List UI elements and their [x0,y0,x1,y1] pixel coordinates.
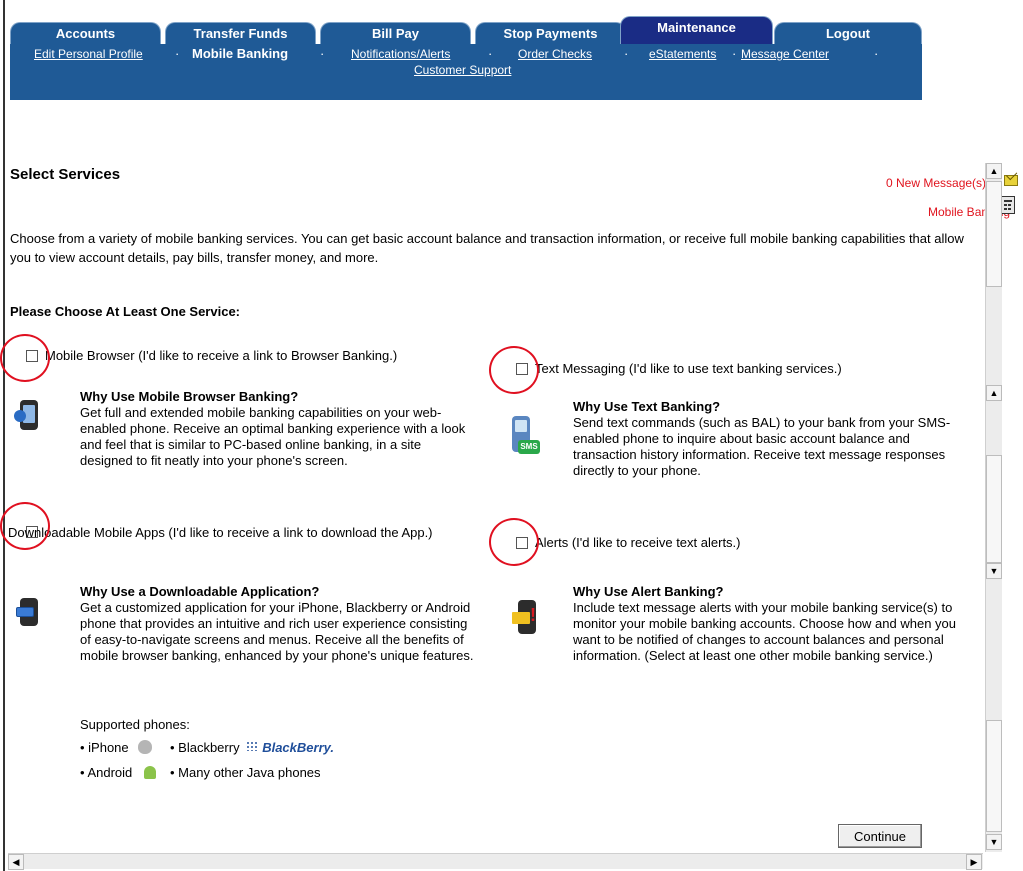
alerts-why-title: Why Use Alert Banking? [573,584,724,599]
annotation-circle [489,346,539,394]
alert-phone-icon: ! [512,600,538,636]
tab-transfer-funds[interactable]: Transfer Funds [165,22,316,44]
blackberry-logo: BlackBerry. [262,740,334,755]
subnav-separator: · [874,46,879,61]
main-tabs: Accounts Transfer Funds Bill Pay Stop Pa… [10,16,922,44]
tab-logout[interactable]: Logout [774,22,922,44]
phone-blackberry-label: • Blackberry [170,740,240,755]
tab-bill-pay[interactable]: Bill Pay [320,22,471,44]
subnav-separator: · [175,46,180,61]
scroll-down-arrow-icon[interactable]: ▼ [986,834,1002,850]
android-icon [143,766,156,779]
text-messaging-label[interactable]: Text Messaging (I'd like to use text ban… [535,361,842,376]
blackberry-logo-icon [246,741,260,751]
subnav-mobile-banking[interactable]: Mobile Banking [192,46,288,61]
subnav-customer-support[interactable]: Customer Support [414,63,511,77]
choose-prompt: Please Choose At Least One Service: [10,304,241,319]
mobile-browser-label[interactable]: Mobile Browser (I'd like to receive a li… [45,348,397,363]
subnav-separator: · [732,46,737,61]
browser-why-body: Get full and extended mobile banking cap… [80,405,466,468]
annotation-circle [489,518,539,566]
apps-why-title: Why Use a Downloadable Application? [80,584,320,599]
tab-stop-payments[interactable]: Stop Payments [475,22,626,44]
left-border [3,0,5,871]
annotation-circle [0,334,50,382]
phone-iphone: • iPhone [80,740,153,755]
scrollbar-middle[interactable]: ▲ ▼ [985,385,1002,580]
calculator-icon[interactable] [1001,196,1015,214]
scroll-down-arrow-icon[interactable]: ▼ [986,563,1002,579]
subnav-order-checks[interactable]: Order Checks [518,47,592,61]
sms-phone-icon: SMS [510,416,540,456]
phone-android-label: • Android [80,765,133,780]
alerts-why-body: Include text message alerts with your mo… [573,600,957,663]
intro-text: Choose from a variety of mobile banking … [10,231,964,265]
text-why-title: Why Use Text Banking? [573,399,721,414]
text-messaging-checkbox[interactable] [516,363,528,375]
apps-why-body: Get a customized application for your iP… [80,600,474,663]
text-why-body: Send text commands (such as BAL) to your… [573,415,951,478]
scroll-up-arrow-icon[interactable]: ▲ [986,385,1002,401]
alerts-label[interactable]: Alerts (I'd like to receive text alerts.… [535,535,741,550]
maintenance-subnav: Edit Personal Profile · Mobile Banking ·… [10,44,922,100]
continue-button[interactable]: Continue [838,824,922,848]
horizontal-scrollbar[interactable]: ◀ ▶ [8,853,983,870]
scroll-right-arrow-icon[interactable]: ▶ [966,854,982,870]
phone-android: • Android [80,765,156,780]
subnav-separator: · [488,46,493,61]
scroll-up-arrow-icon[interactable]: ▲ [986,163,1002,179]
browser-phone-icon [14,400,40,430]
apple-icon [138,740,153,754]
scroll-left-arrow-icon[interactable]: ◀ [8,854,24,870]
envelope-icon[interactable] [1004,175,1018,186]
supported-phones-heading: Supported phones: [80,717,190,732]
scrollbar-upper[interactable]: ▲ [985,163,1002,385]
subnav-notifications-alerts[interactable]: Notifications/Alerts [351,47,450,61]
new-messages-link[interactable]: 0 New Message(s) [886,176,986,190]
alerts-checkbox[interactable] [516,537,528,549]
app-phone-icon [16,598,42,628]
phone-iphone-label: • iPhone [80,740,129,755]
scrollbar-lower[interactable]: ▼ [985,580,1002,852]
subnav-estatements[interactable]: eStatements [649,47,716,61]
subnav-message-center[interactable]: Message Center [741,47,829,61]
scrollbar-thumb[interactable] [986,455,1002,563]
mobile-browser-checkbox[interactable] [26,350,38,362]
mobile-apps-label-text: Downloadable Mobile Apps (I'd like to re… [8,525,433,540]
subnav-edit-personal-profile[interactable]: Edit Personal Profile [34,47,143,61]
page-title: Select Services [10,166,121,183]
phone-blackberry: • Blackberry BlackBerry. [170,740,334,755]
scrollbar-thumb[interactable] [986,181,1002,287]
mobile-apps-label[interactable]: Downloadable Mobile Apps (I'd like to re… [8,524,475,542]
tab-accounts[interactable]: Accounts [10,22,161,44]
tab-maintenance[interactable]: Maintenance [620,16,773,44]
browser-why-title: Why Use Mobile Browser Banking? [80,389,299,404]
sms-badge: SMS [518,440,540,454]
subnav-separator: · [320,46,325,61]
phone-java: • Many other Java phones [170,765,321,780]
scrollbar-thumb[interactable] [986,720,1002,832]
subnav-separator: · [624,46,629,61]
